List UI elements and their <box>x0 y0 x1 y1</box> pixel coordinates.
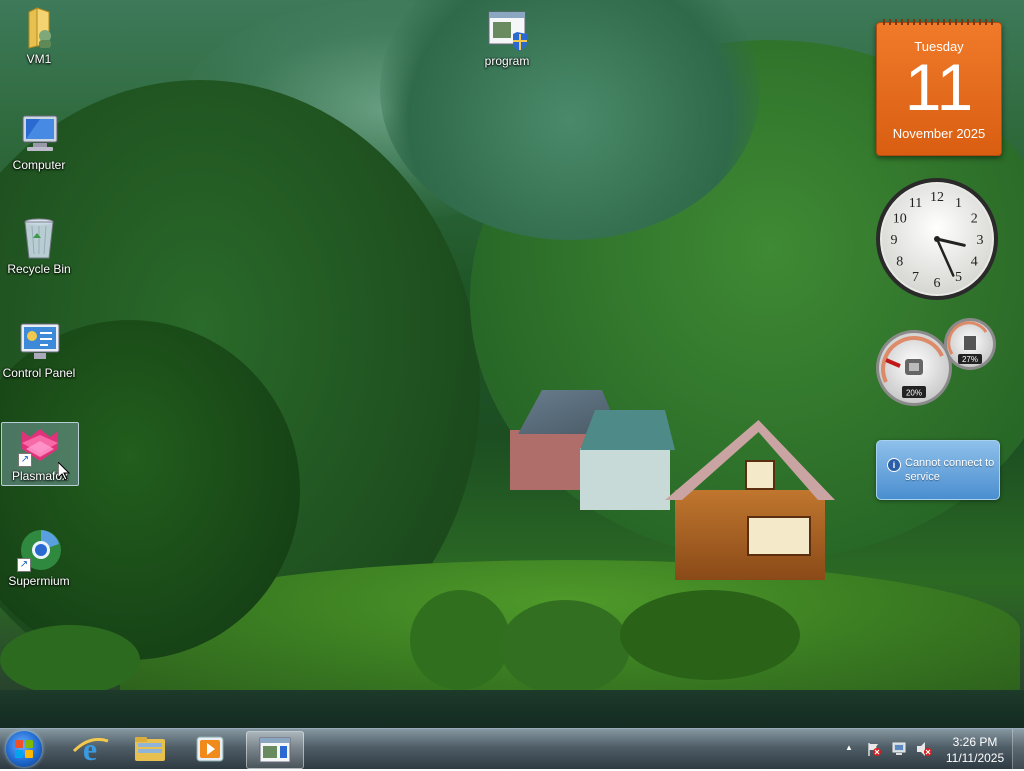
clock-number: 8 <box>896 255 903 270</box>
icon-label: Computer <box>12 158 66 172</box>
taskbar: e ▲ 3:26 PM 11/11/2025 <box>0 728 1024 769</box>
taskbar-program-active[interactable] <box>246 731 304 769</box>
start-button[interactable] <box>6 731 42 767</box>
icon-label: program <box>484 54 530 68</box>
clock-number: 7 <box>912 270 919 285</box>
action-center-flag-icon[interactable] <box>866 741 882 757</box>
taskbar-file-explorer[interactable] <box>124 731 176 767</box>
program-window-icon <box>483 8 531 52</box>
folder-icon <box>135 737 165 761</box>
weather-error-message: Cannot connect to service <box>905 457 995 483</box>
clock-number: 5 <box>955 270 962 285</box>
computer-icon <box>15 112 63 156</box>
lake <box>0 690 1024 728</box>
clock-number: 6 <box>934 276 941 291</box>
weather-gadget[interactable]: i Cannot connect to service <box>876 440 1000 500</box>
folder-icon <box>15 6 63 50</box>
volume-muted-icon[interactable] <box>915 741 933 757</box>
system-clock[interactable]: 3:26 PM 11/11/2025 <box>936 734 1014 766</box>
clock-number: 11 <box>909 196 922 211</box>
cpu-usage-value: 20% <box>906 389 922 398</box>
plasmafox-icon: ↗ <box>16 423 64 467</box>
windows-flag-icon <box>15 740 33 758</box>
show-desktop-button[interactable] <box>1012 729 1024 769</box>
bush-1 <box>410 590 510 690</box>
clock-number: 9 <box>891 233 898 248</box>
info-icon: i <box>887 458 901 472</box>
calendar-day: 11 <box>904 50 974 124</box>
system-time: 3:26 PM <box>952 735 998 749</box>
house-middle <box>575 410 675 510</box>
clock-gadget[interactable]: 12 12 3 45678 9 1011 <box>874 176 1000 302</box>
desktop-icon-recycle-bin[interactable]: Recycle Bin <box>1 216 77 276</box>
calendar-binding <box>883 19 995 25</box>
bush-3 <box>620 590 800 680</box>
memory-usage-value: 27% <box>962 355 978 364</box>
cpu-meter-gadget[interactable]: 20% 27% <box>874 316 1000 408</box>
desktop-background: VM1 Computer Recycle Bin Control Panel ↗… <box>0 0 1024 728</box>
mouse-cursor-icon <box>58 462 70 481</box>
taskbar-internet-explorer[interactable]: e <box>64 731 116 767</box>
shortcut-arrow-icon: ↗ <box>17 558 31 572</box>
calendar-month-year: November 2025 <box>892 126 986 141</box>
icon-label: VM1 <box>26 52 52 66</box>
icon-label: Recycle Bin <box>7 262 71 276</box>
clock-number: 10 <box>893 212 907 227</box>
svg-text:e: e <box>83 731 97 767</box>
clock-number: 1 <box>955 196 962 211</box>
clock-number: 3 <box>977 233 984 248</box>
calendar-gadget[interactable]: Tuesday 11 November 2025 <box>876 19 1002 156</box>
desktop-icon-computer[interactable]: Computer <box>1 112 77 172</box>
clock-number: 2 <box>971 212 978 227</box>
icon-label: Control Panel <box>2 366 76 380</box>
desktop-icon-vm1[interactable]: VM1 <box>1 6 77 66</box>
clock-number: 4 <box>971 255 978 270</box>
supermium-icon: ↗ <box>15 528 63 572</box>
bush-4 <box>0 625 140 695</box>
desktop-icon-program[interactable]: program <box>469 8 545 68</box>
desktop-icon-supermium[interactable]: ↗ Supermium <box>1 528 77 588</box>
network-icon[interactable] <box>891 741 907 757</box>
recycle-bin-icon <box>15 216 63 260</box>
icon-label: Supermium <box>8 574 70 588</box>
control-panel-icon <box>15 320 63 364</box>
system-date: 11/11/2025 <box>945 751 1005 765</box>
desktop-icon-control-panel[interactable]: Control Panel <box>1 320 77 380</box>
program-window-icon <box>259 737 291 763</box>
shortcut-arrow-icon: ↗ <box>18 453 32 467</box>
media-player-icon <box>196 736 224 762</box>
clock-number: 12 <box>930 190 944 205</box>
house-front <box>665 420 835 580</box>
internet-explorer-icon: e <box>72 731 109 767</box>
show-hidden-icons-arrow[interactable]: ▲ <box>845 743 853 752</box>
bush-2 <box>500 600 630 695</box>
taskbar-media-player[interactable] <box>184 731 236 767</box>
